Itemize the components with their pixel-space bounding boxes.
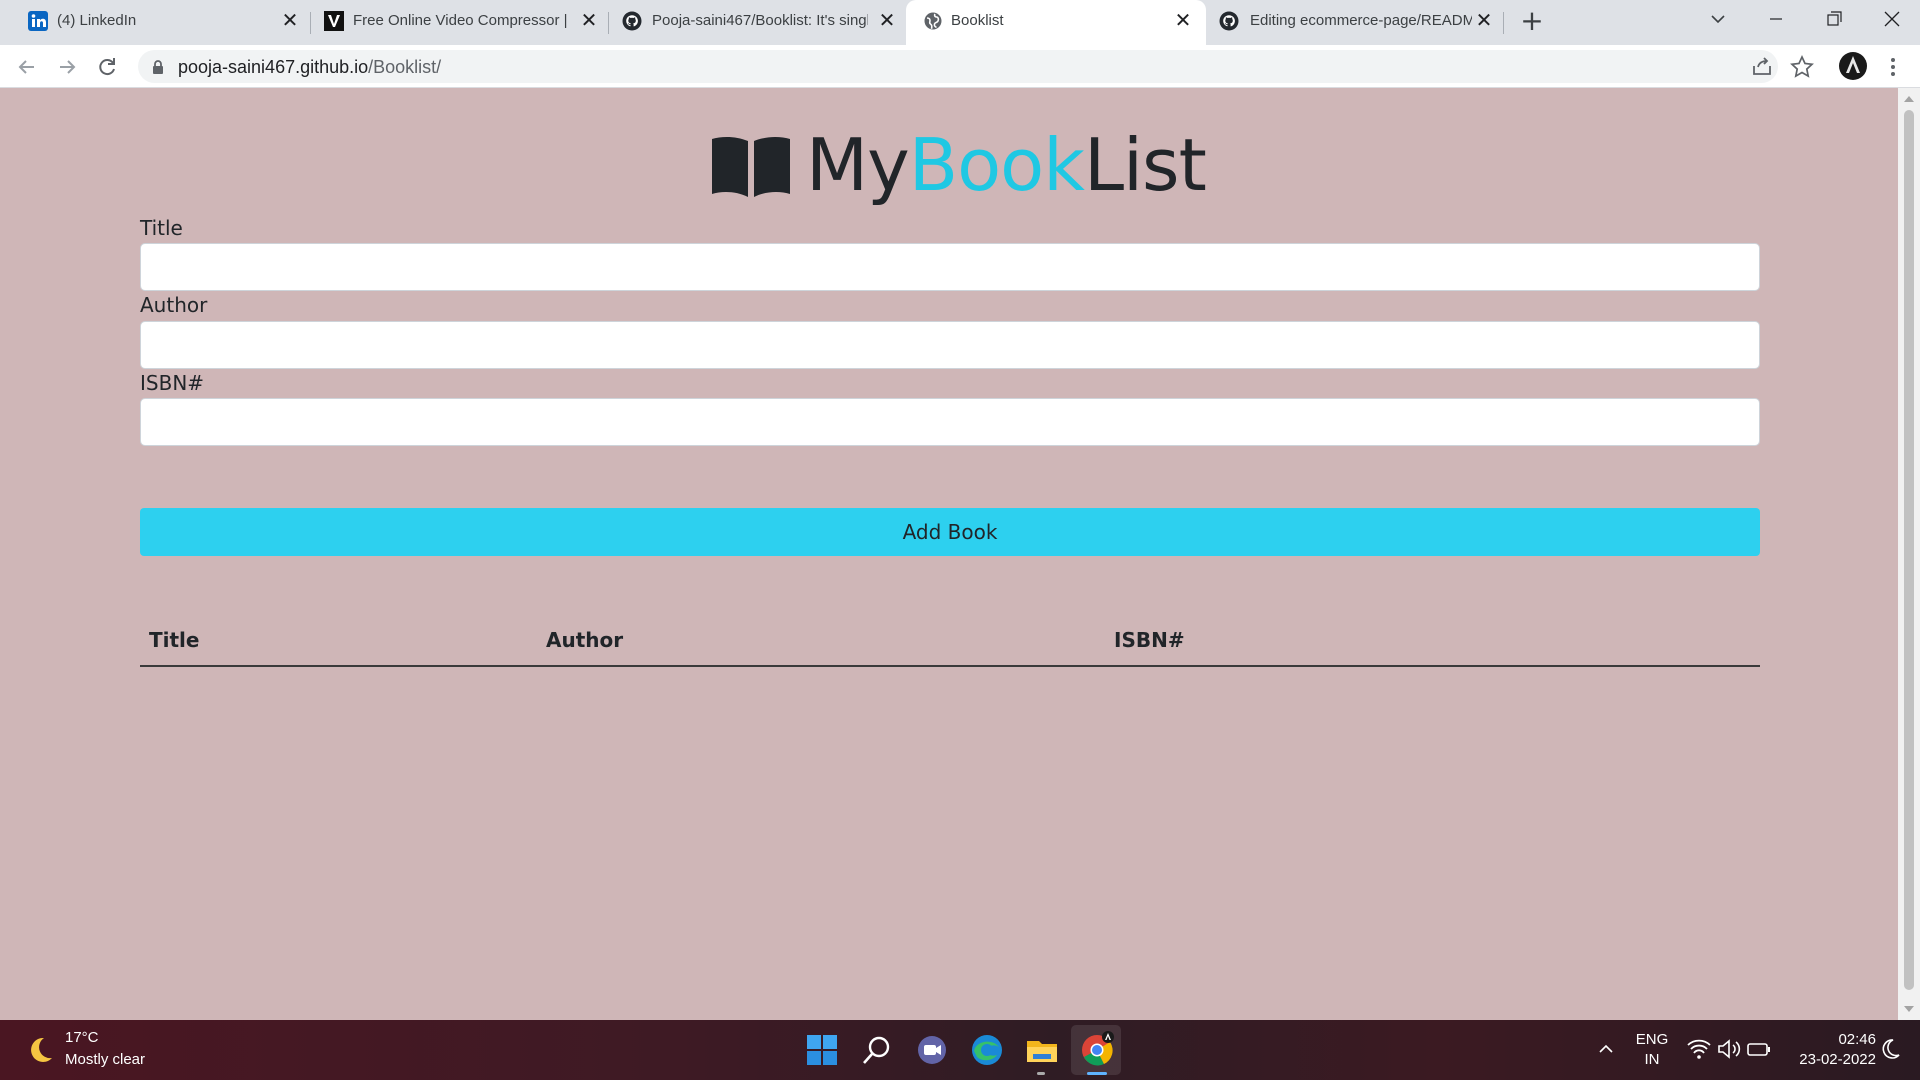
scrollbar-thumb[interactable] [1904,110,1914,990]
windows-start-icon[interactable] [803,1031,841,1069]
weather-temperature[interactable]: 17°C [65,1029,99,1046]
clock-date[interactable]: 23-02-2022 [1780,1051,1876,1068]
close-tab-icon[interactable]: ✕ [876,10,898,32]
wifi-icon[interactable] [1686,1036,1712,1062]
author-input[interactable] [140,321,1760,369]
tab-github-booklist[interactable]: Pooja-saini467/Booklist: It's singl ✕ [600,0,905,45]
url-host: pooja-saini467.github.io [178,57,369,77]
tab-separator [1503,12,1504,34]
close-tab-icon[interactable]: ✕ [1473,10,1495,32]
tab-title: Booklist [951,12,1004,29]
chrome-browser-icon[interactable] [1078,1031,1116,1069]
tab-search-chevron-icon[interactable] [1690,0,1746,40]
close-tab-icon[interactable]: ✕ [578,10,600,32]
brand-my: My [806,123,910,207]
language-line2[interactable]: IN [1628,1051,1676,1068]
url-path: /Booklist/ [368,57,442,77]
github-icon [1219,11,1239,31]
isbn-input[interactable] [140,398,1760,446]
new-tab-button[interactable]: + [1518,7,1546,36]
browser-toolbar: pooja-saini467.github.io/Booklist/ [0,45,1920,88]
isbn-label: ISBN# [140,371,205,395]
scroll-down-arrow-icon[interactable] [1904,1006,1914,1012]
restore-icon[interactable] [1806,0,1862,40]
active-app-indicator [1087,1072,1107,1075]
windows-taskbar: 17°C Mostly clear ENG IN 02:46 23-02-202… [0,1020,1920,1080]
tab-title: (4) LinkedIn [57,12,137,29]
brand-text: MyBookList [806,129,1207,201]
running-indicator [1037,1072,1045,1075]
language-line1[interactable]: ENG [1628,1031,1676,1048]
table-header-divider [140,665,1760,667]
lock-icon[interactable] [150,58,166,76]
site-logo: MyBookList [710,120,1207,210]
tab-video-compressor[interactable]: Free Online Video Compressor | V ✕ [300,0,605,45]
author-label: Author [140,293,208,317]
profile-avatar-icon[interactable] [1838,51,1868,81]
table-header-isbn: ISBN# [1114,628,1185,652]
close-window-icon[interactable] [1864,0,1920,40]
linkedin-icon [28,11,48,31]
teams-chat-icon[interactable] [913,1031,951,1069]
page-viewport: MyBookList Title Author ISBN# Add Book T… [0,88,1920,1020]
search-icon[interactable] [858,1031,896,1069]
tab-title: Editing ecommerce-page/READM [1250,12,1472,29]
close-tab-icon[interactable]: ✕ [1172,10,1194,32]
notification-moon-icon[interactable] [1878,1037,1902,1061]
tab-title: Pooja-saini467/Booklist: It's singl [652,12,868,29]
battery-icon[interactable] [1746,1036,1772,1062]
open-book-icon [712,136,790,197]
scroll-up-arrow-icon[interactable] [1904,96,1914,102]
tab-booklist[interactable]: Booklist ✕ [906,0,1206,45]
share-icon[interactable] [1749,54,1775,80]
table-header-title: Title [149,628,200,652]
globe-icon [924,12,942,30]
title-label: Title [140,216,183,240]
add-book-button[interactable]: Add Book [140,508,1760,556]
reload-icon[interactable] [94,54,120,80]
github-icon [622,11,642,31]
weather-moon-icon[interactable] [24,1034,56,1066]
forward-icon[interactable] [54,54,80,80]
address-bar[interactable]: pooja-saini467.github.io/Booklist/ [138,50,1778,83]
title-input[interactable] [140,243,1760,291]
chevron-up-icon[interactable] [1592,1035,1620,1063]
minimize-icon[interactable] [1748,0,1804,40]
bookmark-star-icon[interactable] [1789,54,1815,80]
weather-description[interactable]: Mostly clear [65,1051,145,1068]
v-logo-icon [324,11,344,31]
browser-menu-icon[interactable] [1882,54,1904,80]
clock-time[interactable]: 02:46 [1780,1031,1876,1048]
brand-book: Book [908,123,1085,207]
tab-github-editing[interactable]: Editing ecommerce-page/READM ✕ [1206,0,1506,45]
file-explorer-icon[interactable] [1023,1031,1061,1069]
tab-strip: (4) LinkedIn ✕ Free Online Video Compres… [0,0,1920,45]
close-tab-icon[interactable]: ✕ [279,10,301,32]
page-scrollbar[interactable] [1898,88,1920,1020]
url-text: pooja-saini467.github.io/Booklist/ [178,57,441,78]
tab-title: Free Online Video Compressor | V [353,12,569,29]
table-header-author: Author [546,628,624,652]
volume-icon[interactable] [1716,1036,1742,1062]
edge-browser-icon[interactable] [968,1031,1006,1069]
brand-list: List [1083,123,1207,207]
back-icon[interactable] [14,54,40,80]
tab-linkedin[interactable]: (4) LinkedIn ✕ [0,0,305,45]
